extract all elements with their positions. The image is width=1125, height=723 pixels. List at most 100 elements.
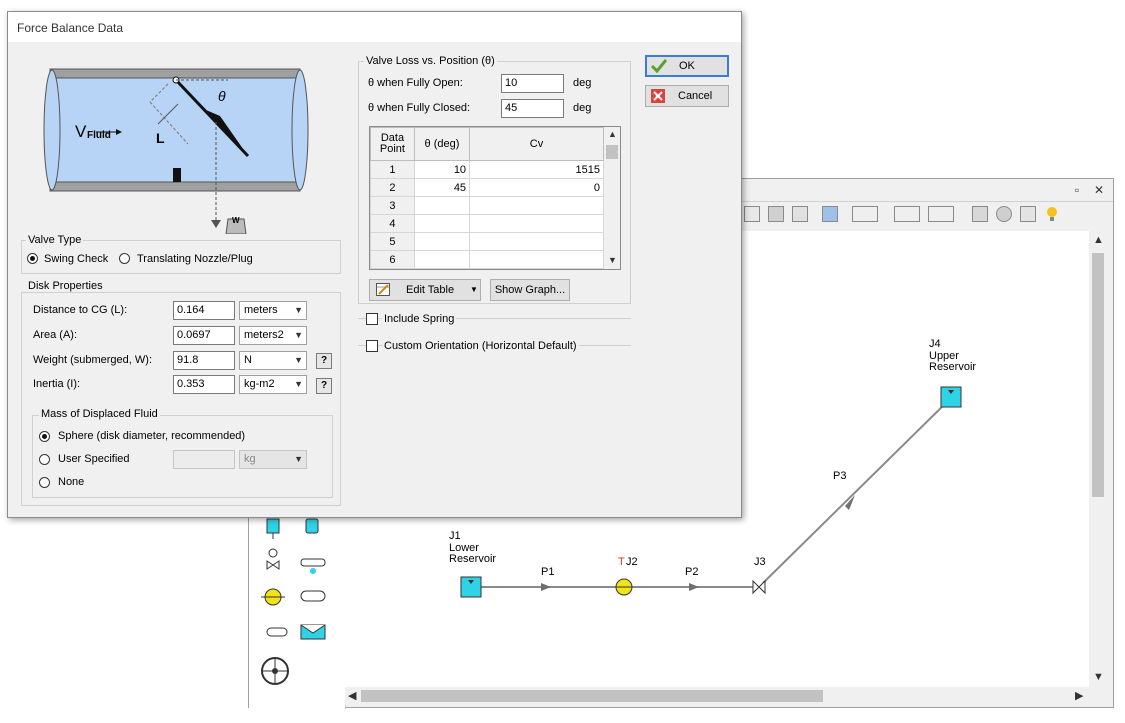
table-row[interactable]: 3 xyxy=(370,196,604,215)
translating-nozzle-label[interactable]: Translating Nozzle/Plug xyxy=(137,253,253,265)
toolbar-icon[interactable] xyxy=(928,206,954,222)
weight-unit-select[interactable]: N ▼ xyxy=(239,351,307,370)
scroll-right-icon[interactable]: ▶ xyxy=(1075,689,1083,702)
cv-cell[interactable] xyxy=(469,196,604,215)
heat-exchanger-palette-icon[interactable] xyxy=(300,590,326,602)
pipe-p3-label: P3 xyxy=(833,470,847,482)
cv-cell[interactable] xyxy=(469,250,604,269)
valve-palette-icon[interactable] xyxy=(266,548,280,570)
scroll-left-icon[interactable]: ◀ xyxy=(348,689,356,702)
user-specified-unit-select[interactable]: kg ▼ xyxy=(239,450,307,469)
cancel-button[interactable]: Cancel xyxy=(645,85,729,107)
table-row[interactable]: 1 10 1515 xyxy=(370,160,604,179)
table-row[interactable]: 4 xyxy=(370,214,604,233)
vertical-scrollbar[interactable]: ▲ ▼ xyxy=(1089,231,1107,687)
cv-cell[interactable] xyxy=(469,214,604,233)
toolbar-icon[interactable] xyxy=(822,206,838,222)
row-number: 3 xyxy=(370,196,415,215)
table-row[interactable]: 2 45 0 xyxy=(370,178,604,197)
close-window-button[interactable]: ✕ xyxy=(1091,182,1107,198)
cv-cell[interactable] xyxy=(469,232,604,251)
theta-cell[interactable] xyxy=(413,250,471,269)
cv-cell[interactable]: 0 xyxy=(469,178,604,197)
node-j4-name: Upper Reservoir xyxy=(929,350,977,373)
fully-open-label: θ when Fully Open: xyxy=(368,77,463,89)
theta-cell[interactable]: 10 xyxy=(413,160,471,179)
table-scroll-thumb[interactable] xyxy=(606,145,618,159)
distance-cg-unit-select[interactable]: meters ▼ xyxy=(239,301,307,320)
swing-check-label[interactable]: Swing Check xyxy=(44,253,108,265)
check-valve-palette-icon[interactable] xyxy=(266,627,288,637)
pipe-p1-label: P1 xyxy=(541,566,555,578)
show-graph-button[interactable]: Show Graph... xyxy=(490,279,570,301)
inertia-help-button[interactable]: ? xyxy=(316,378,332,394)
weight-input[interactable]: 91.8 xyxy=(173,351,235,370)
spray-palette-icon[interactable] xyxy=(300,558,326,574)
toolbar-icon[interactable] xyxy=(768,206,784,222)
none-radio[interactable] xyxy=(39,477,50,488)
user-specified-input[interactable] xyxy=(173,450,235,469)
horizontal-scroll-thumb[interactable] xyxy=(361,690,823,702)
fan-palette-icon[interactable] xyxy=(261,657,289,685)
velocity-symbol: V xyxy=(75,122,87,141)
valve-loss-table[interactable]: Data Point θ (deg) Cv 1 10 1515 2 45 0 3 4 5… xyxy=(369,126,621,270)
edit-table-button[interactable]: Edit Table ▼ xyxy=(369,279,481,301)
inertia-unit-select[interactable]: kg-m2 ▼ xyxy=(239,375,307,394)
toolbar-icon[interactable] xyxy=(972,206,988,222)
chevron-down-icon: ▼ xyxy=(294,454,303,464)
valve-type-label: Valve Type xyxy=(26,234,84,246)
fully-closed-input[interactable]: 45 xyxy=(501,99,564,118)
ok-button[interactable]: OK xyxy=(645,55,729,77)
chevron-down-icon: ▼ xyxy=(294,355,303,365)
horizontal-scrollbar[interactable]: ◀ ▶ xyxy=(345,687,1089,705)
restore-window-button[interactable]: ▫ xyxy=(1069,182,1085,198)
sphere-label[interactable]: Sphere (disk diameter, recommended) xyxy=(58,430,245,442)
toolbar-icon[interactable] xyxy=(792,206,808,222)
custom-orientation-checkbox[interactable] xyxy=(366,340,378,352)
user-specified-label[interactable]: User Specified xyxy=(58,453,130,465)
check-valve-j3-icon[interactable] xyxy=(752,579,766,595)
weight-help-button[interactable]: ? xyxy=(316,353,332,369)
open-tank-palette-icon[interactable] xyxy=(300,624,326,640)
table-row[interactable]: 6 xyxy=(370,250,604,269)
theta-cell[interactable] xyxy=(413,232,471,251)
pipe-p3-line[interactable] xyxy=(762,398,951,584)
swing-check-radio[interactable] xyxy=(27,253,38,264)
tank-palette-icon[interactable] xyxy=(305,518,319,534)
area-input[interactable]: 0.0697 xyxy=(173,326,235,345)
inertia-input[interactable]: 0.353 xyxy=(173,375,235,394)
scroll-up-icon[interactable]: ▲ xyxy=(1093,234,1104,246)
scroll-down-icon[interactable]: ▼ xyxy=(1093,671,1104,683)
table-row[interactable]: 5 xyxy=(370,232,604,251)
area-unit-select[interactable]: meters2 ▼ xyxy=(239,326,307,345)
toolbar-icon[interactable] xyxy=(894,206,920,222)
none-label[interactable]: None xyxy=(58,476,84,488)
user-specified-radio[interactable] xyxy=(39,454,50,465)
pipe-p2-arrow xyxy=(689,583,699,591)
translating-nozzle-radio[interactable] xyxy=(119,253,130,264)
theta-cell[interactable] xyxy=(413,214,471,233)
distance-cg-input[interactable]: 0.164 xyxy=(173,301,235,320)
scroll-down-icon[interactable]: ▼ xyxy=(608,255,617,265)
vertical-scroll-thumb[interactable] xyxy=(1092,253,1104,497)
scroll-up-icon[interactable]: ▲ xyxy=(608,129,617,139)
fully-open-input[interactable]: 10 xyxy=(501,74,564,93)
toolbar-icon[interactable] xyxy=(996,206,1012,222)
sphere-radio[interactable] xyxy=(39,431,50,442)
cancel-label: Cancel xyxy=(678,90,713,102)
lightbulb-icon[interactable] xyxy=(1044,206,1060,222)
toolbar-icon[interactable] xyxy=(852,206,878,222)
include-spring-checkbox[interactable] xyxy=(366,313,378,325)
cv-cell[interactable]: 1515 xyxy=(469,160,604,179)
dropdown-arrow-icon: ▼ xyxy=(470,285,478,294)
mass-displaced-label: Mass of Displaced Fluid xyxy=(39,408,160,420)
toolbar-icon[interactable] xyxy=(1020,206,1036,222)
theta-cell[interactable] xyxy=(413,196,471,215)
include-spring-label[interactable]: Include Spring xyxy=(382,313,457,325)
custom-orientation-label[interactable]: Custom Orientation (Horizontal Default) xyxy=(382,340,579,352)
toolbar-icon[interactable] xyxy=(744,206,760,222)
pump-palette-icon[interactable] xyxy=(261,588,285,606)
table-scrollbar[interactable]: ▲ ▼ xyxy=(604,127,620,269)
theta-cell[interactable]: 45 xyxy=(413,178,471,197)
reservoir-palette-icon[interactable] xyxy=(266,518,280,539)
